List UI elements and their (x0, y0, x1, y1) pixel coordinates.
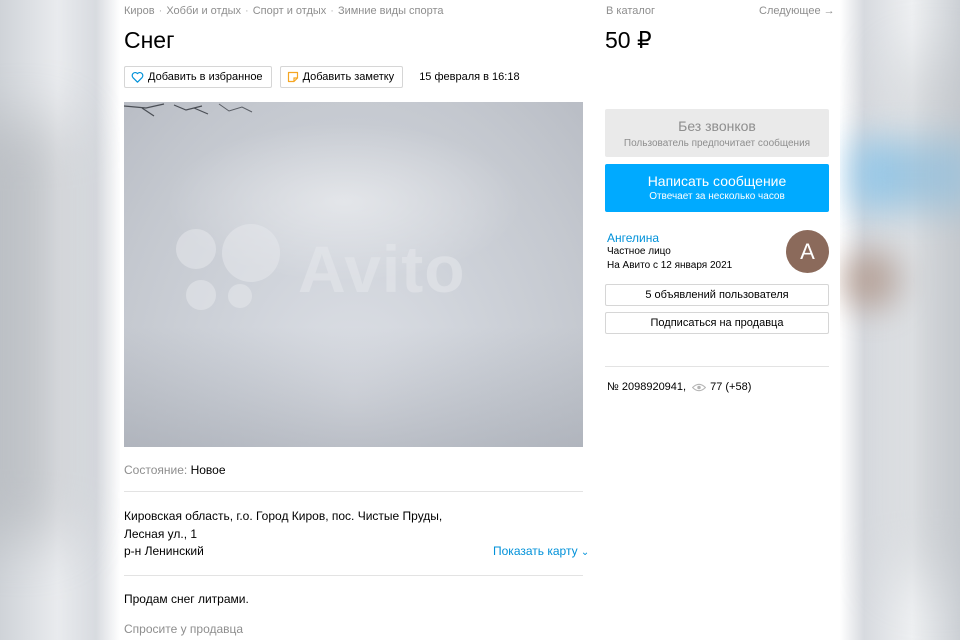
user-ads-button[interactable]: 5 объявлений пользователя (605, 284, 829, 306)
heart-icon (131, 71, 144, 83)
condition: Состояние: Новое (124, 463, 226, 477)
listing-page: Киров · Хобби и отдых · Спорт и отдых · Зимние… (120, 0, 840, 640)
next-listing-link[interactable]: Следующее → (759, 5, 835, 17)
condition-label: Состояние: (124, 463, 188, 477)
breadcrumb-item[interactable]: Хобби и отдых (166, 5, 241, 17)
show-map-label: Показать карту (493, 544, 578, 558)
watermark-text: Avito (298, 232, 466, 306)
catalog-link[interactable]: В каталог (606, 5, 655, 17)
description: Продам снег литрами. (124, 592, 249, 606)
avito-logo-icon (176, 224, 286, 314)
write-message-button[interactable]: Написать сообщение Отвечает за несколько… (605, 164, 829, 212)
divider (124, 491, 583, 492)
no-calls-subtitle: Пользователь предпочитает сообщения (623, 138, 811, 149)
add-favorite-button[interactable]: Добавить в избранное (124, 66, 272, 88)
listing-actions: Добавить в избранное Добавить заметку 15… (124, 66, 520, 88)
ad-number: № 2098920941, (607, 381, 687, 393)
note-icon (287, 71, 298, 83)
avatar[interactable]: А (786, 230, 829, 273)
views-count: 77 (+58) (710, 381, 752, 393)
breadcrumb-separator: · (330, 5, 334, 17)
backdrop-blur-shape (0, 120, 70, 540)
divider (124, 575, 583, 576)
avito-watermark: Avito (176, 224, 466, 314)
breadcrumb-item[interactable]: Зимние виды спорта (338, 5, 444, 17)
breadcrumb: Киров · Хобби и отдых · Спорт и отдых · Зимние… (124, 5, 444, 17)
page-title: Снег (124, 27, 175, 53)
breadcrumb-separator: · (245, 5, 249, 17)
photo-shadow (124, 327, 583, 447)
seller-since: На Авито с 12 января 2021 (607, 260, 733, 271)
price: 50 ₽ (605, 27, 652, 53)
add-favorite-label: Добавить в избранное (148, 71, 263, 83)
divider (605, 366, 829, 367)
no-calls-notice: Без звонков Пользователь предпочитает со… (605, 109, 829, 157)
breadcrumb-item[interactable]: Спорт и отдых (253, 5, 327, 17)
show-map-link[interactable]: Показать карту ⌄ (493, 544, 589, 558)
listing-photo[interactable]: Avito (124, 102, 583, 447)
chevron-down-icon: ⌄ (580, 547, 590, 558)
add-note-label: Добавить заметку (302, 71, 395, 83)
subscribe-seller-button[interactable]: Подписаться на продавца (605, 312, 829, 334)
breadcrumb-item[interactable]: Киров (124, 5, 155, 17)
district: р-н Ленинский (124, 544, 204, 558)
eye-icon (692, 383, 707, 391)
no-calls-title: Без звонков (678, 118, 756, 134)
publish-date: 15 февраля в 16:18 (419, 71, 520, 83)
listing-meta: № 2098920941, 77 (+58) (607, 381, 751, 393)
add-note-button[interactable]: Добавить заметку (279, 66, 404, 88)
write-message-subtitle: Отвечает за несколько часов (649, 191, 785, 202)
breadcrumb-separator: · (158, 5, 163, 17)
branches-icon (124, 103, 253, 117)
write-message-title: Написать сообщение (647, 173, 787, 189)
seller-type: Частное лицо (607, 246, 671, 257)
condition-value: Новое (190, 463, 226, 477)
seller-name-link[interactable]: Ангелина (607, 231, 659, 245)
backdrop-blur-shape (892, 60, 960, 580)
address: Кировская область, г.о. Город Киров, пос… (124, 509, 443, 541)
ask-seller-heading: Спросите у продавца (124, 622, 244, 636)
